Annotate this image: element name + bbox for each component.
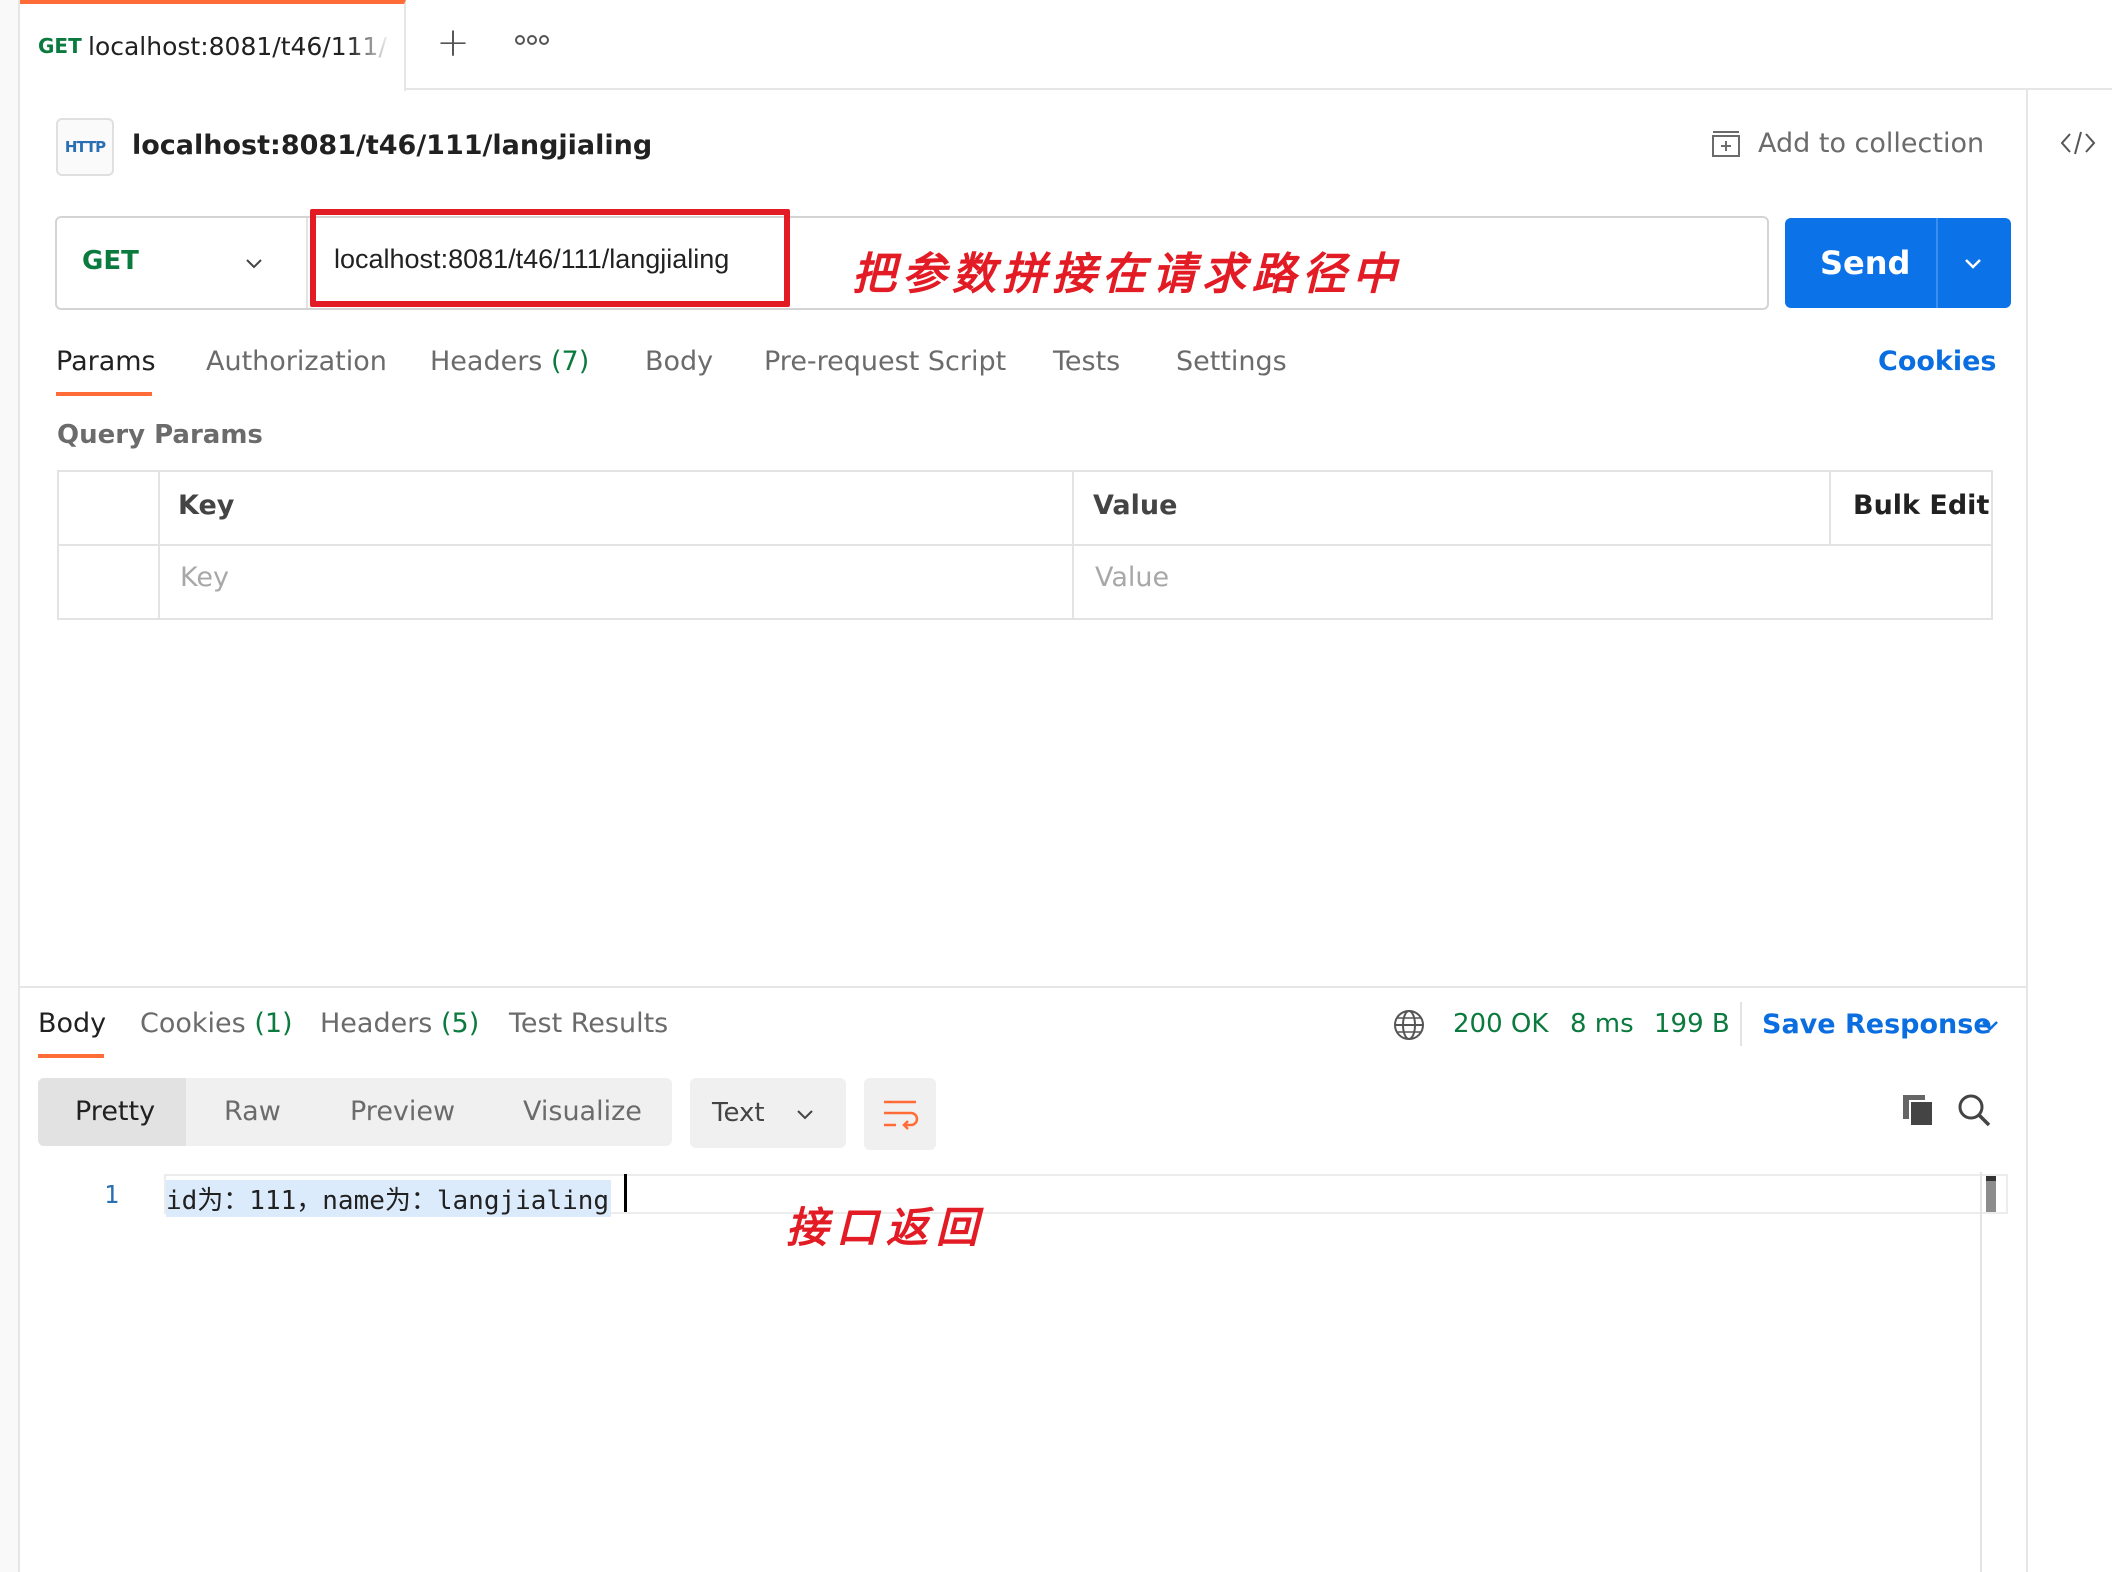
plus-icon[interactable]: +	[432, 22, 474, 64]
chevron-down-icon[interactable]	[240, 250, 268, 278]
scrollbar-track[interactable]	[1980, 1172, 1982, 1572]
annotation-highlight-box	[310, 209, 790, 307]
response-tab-headers[interactable]: Headers (5)	[320, 1008, 479, 1039]
more-horizontal-icon[interactable]	[514, 30, 554, 60]
save-response-button[interactable]: Save Response	[1762, 1009, 1992, 1040]
response-tab-cookies-count: (1)	[254, 1008, 293, 1039]
response-tab-body[interactable]: Body	[38, 1008, 106, 1039]
tab-params[interactable]: Params	[56, 346, 156, 377]
response-body-text[interactable]: id为：111，name为：langjialing	[166, 1180, 612, 1217]
column-header-key: Key	[178, 490, 235, 521]
send-button-label[interactable]: Send	[1820, 244, 1910, 282]
wrap-lines-icon[interactable]	[880, 1094, 920, 1134]
response-tab-headers-label: Headers	[320, 1008, 433, 1039]
tab-authorization[interactable]: Authorization	[206, 346, 387, 377]
param-value-input[interactable]: Value	[1095, 562, 1169, 593]
tab-url-label: localhost:8081/t46/111/langjialing	[88, 32, 388, 61]
bulk-edit-button[interactable]: Bulk Edit	[1853, 490, 1989, 521]
tab-headers-count: (7)	[550, 346, 590, 377]
right-context-bar	[2026, 90, 2112, 1572]
format-preview[interactable]: Preview	[350, 1096, 455, 1127]
http-request-icon: HTTP	[56, 118, 114, 176]
add-to-collection-button[interactable]: Add to collection	[1758, 128, 1984, 159]
method-divider	[306, 218, 308, 308]
response-size[interactable]: 199 B	[1654, 1009, 1730, 1039]
active-tab-indicator	[56, 392, 152, 396]
response-time[interactable]: 8 ms	[1570, 1009, 1634, 1039]
line-number: 1	[104, 1180, 120, 1209]
collection-add-icon[interactable]	[1710, 130, 1744, 160]
chevron-down-icon[interactable]	[792, 1102, 818, 1128]
table-divider	[57, 544, 1993, 546]
query-params-title: Query Params	[57, 420, 263, 450]
param-key-input[interactable]: Key	[180, 562, 229, 593]
response-divider[interactable]	[20, 986, 2026, 988]
format-pretty[interactable]: Pretty	[75, 1096, 155, 1127]
left-sidebar-gutter	[0, 0, 20, 1572]
tab-body[interactable]: Body	[645, 346, 713, 377]
code-icon[interactable]	[2060, 128, 2096, 165]
active-tab-indicator	[38, 1054, 104, 1058]
tab-headers-label: Headers	[430, 346, 543, 377]
tab-method-label: GET	[38, 34, 82, 58]
status-separator	[1740, 1002, 1742, 1046]
globe-icon[interactable]	[1392, 1008, 1426, 1042]
chevron-down-icon[interactable]	[1978, 1014, 2002, 1038]
response-tab-cookies[interactable]: Cookies (1)	[140, 1008, 293, 1039]
tab-pre-request-script[interactable]: Pre-request Script	[764, 346, 1006, 377]
request-title[interactable]: localhost:8081/t46/111/langjialing	[132, 130, 652, 161]
tab-settings[interactable]: Settings	[1176, 346, 1287, 377]
search-icon[interactable]	[1956, 1092, 1992, 1128]
response-tab-test-results[interactable]: Test Results	[509, 1008, 668, 1039]
table-divider	[1829, 470, 1831, 546]
response-type-label[interactable]: Text	[712, 1098, 765, 1128]
tab-headers[interactable]: Headers (7)	[430, 346, 589, 377]
method-select[interactable]: GET	[82, 246, 139, 276]
send-divider	[1936, 218, 1938, 308]
response-tab-headers-count: (5)	[440, 1008, 480, 1039]
text-caret	[624, 1174, 627, 1212]
annotation-response-note: 接口返回	[786, 1203, 987, 1252]
tab-tests[interactable]: Tests	[1053, 346, 1120, 377]
tab-text-fade	[350, 20, 390, 70]
send-options-chevron-icon[interactable]	[1958, 250, 1988, 278]
format-raw[interactable]: Raw	[224, 1096, 281, 1127]
column-header-value: Value	[1093, 490, 1178, 521]
scrollbar-thumb[interactable]	[1986, 1176, 1996, 1212]
copy-icon[interactable]	[1900, 1092, 1936, 1128]
status-code[interactable]: 200 OK	[1453, 1009, 1548, 1039]
response-tab-cookies-label: Cookies	[140, 1008, 246, 1039]
format-visualize[interactable]: Visualize	[523, 1096, 642, 1127]
annotation-url-note: 把参数拼接在请求路径中	[852, 249, 1402, 300]
cookies-link[interactable]: Cookies	[1878, 346, 1997, 377]
